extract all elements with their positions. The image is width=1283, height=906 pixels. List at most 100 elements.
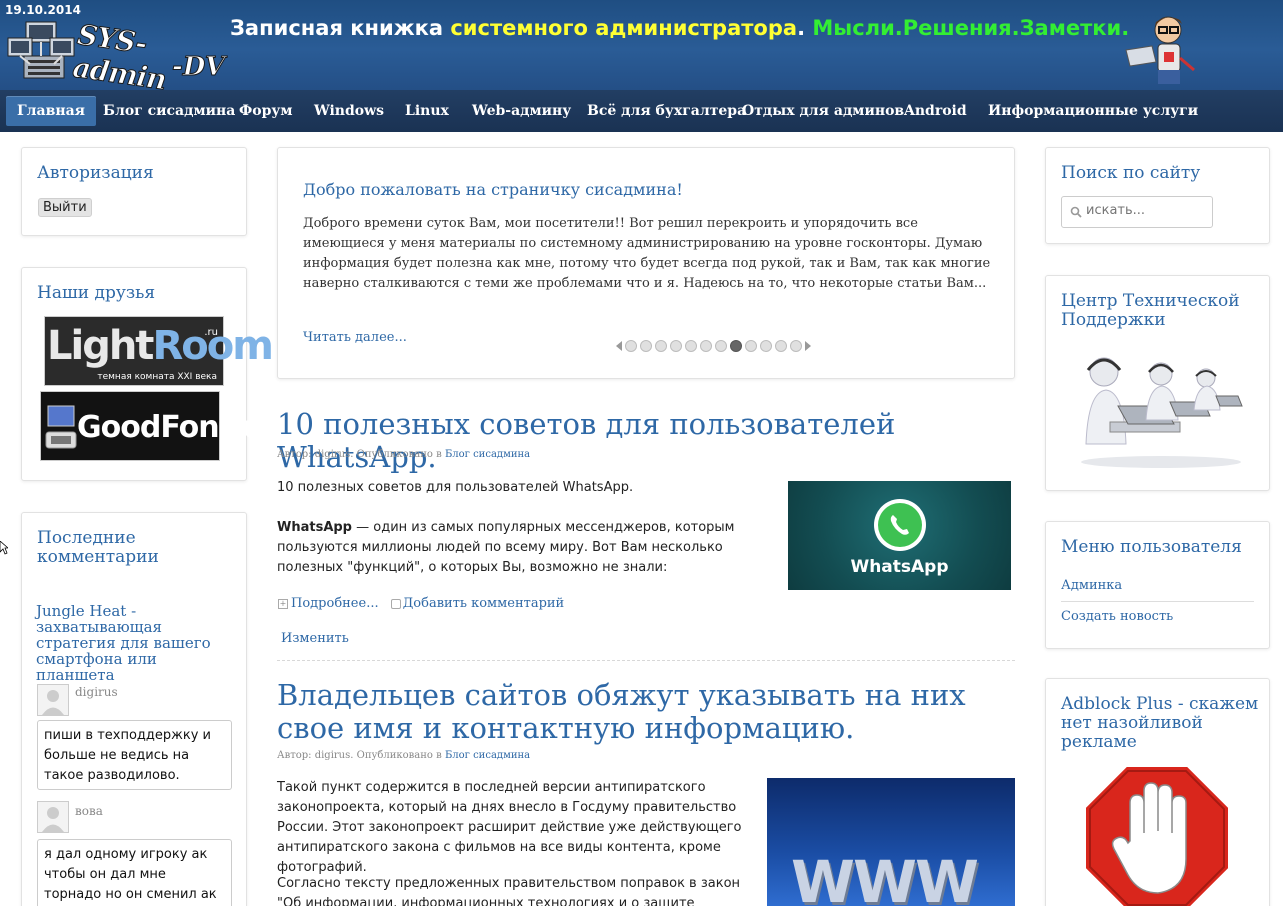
goodfon-banner[interactable]: GoodFon.ru xyxy=(40,391,264,461)
read-more-link[interactable]: Читать далее... xyxy=(303,330,407,345)
comment-author: вова xyxy=(75,804,103,818)
nav-item-linux[interactable]: Linux xyxy=(394,96,460,126)
search-panel: Поиск по сайту xyxy=(1045,147,1270,244)
article-meta: Автор: digirus. Опубликовано в Блог сиса… xyxy=(277,449,530,460)
logo-text-dv: -DV xyxy=(171,52,226,83)
support-panel: Центр Технической Поддержки xyxy=(1045,275,1270,491)
lightroom-banner[interactable]: LightRoom .ru темная комната XXI века xyxy=(44,316,274,386)
goodfon-logo-text: GoodFon.ru xyxy=(77,410,264,445)
goodfon-tv-icon xyxy=(45,405,77,449)
support-title[interactable]: Центр Технической Поддержки xyxy=(1061,292,1261,330)
article-meta: Автор: digirus. Опубликовано в Блог сиса… xyxy=(277,750,530,761)
slogan-part: . xyxy=(797,16,813,40)
slider-next-icon[interactable] xyxy=(805,341,811,351)
lightroom-logo: LightRoom xyxy=(47,323,274,369)
article-title[interactable]: 10 полезных советов для пользователей Wh… xyxy=(277,408,1015,474)
welcome-text: Доброго времени суток Вам, мои посетител… xyxy=(303,216,991,291)
nav-item-accountant[interactable]: Всё для бухгалтера xyxy=(576,96,757,126)
user-menu-item-admin[interactable]: Админка xyxy=(1061,578,1122,593)
support-operators-icon[interactable] xyxy=(1066,344,1256,472)
site-slogan: Записная книжка системного администратор… xyxy=(230,16,1129,40)
adblock-title[interactable]: Adblock Plus - скажем нет назойливой рек… xyxy=(1061,695,1266,752)
slider-dot[interactable] xyxy=(730,340,742,352)
slogan-part-highlight: системного администратора xyxy=(450,16,798,40)
user-menu-title: Меню пользователя xyxy=(1061,537,1242,557)
user-menu-divider xyxy=(1061,601,1254,602)
auth-panel: Авторизация Выйти xyxy=(21,147,247,236)
adblock-stop-hand-icon[interactable] xyxy=(1082,763,1232,906)
main-nav: Главная Блог сисадмина Форум Windows Lin… xyxy=(0,90,1283,132)
comment-text: я дал одному игроку ак чтобы он дал мне … xyxy=(37,839,232,906)
slider-dot[interactable] xyxy=(790,340,802,352)
logout-button[interactable]: Выйти xyxy=(38,198,92,217)
user-avatar-icon xyxy=(42,690,64,715)
welcome-panel: Добро пожаловать на страничку сисадмина!… xyxy=(277,147,1015,379)
slider-prev-icon[interactable] xyxy=(616,341,622,351)
cursor-icon xyxy=(0,541,8,555)
www-image-label: WWW xyxy=(791,848,979,906)
article-category-link[interactable]: Блог сисадмина xyxy=(445,449,530,460)
search-title: Поиск по сайту xyxy=(1061,163,1201,183)
nav-item-info-services[interactable]: Информационные услуги xyxy=(977,96,1209,126)
lightroom-subtitle: темная комната XXI века xyxy=(97,372,217,382)
site-header: 19.10.2014 SYS-admin -DV Записная книжка… xyxy=(0,0,1283,90)
recent-comments-title: Последние комментарии xyxy=(37,528,159,567)
phone-icon xyxy=(890,515,909,535)
article-paragraph: Согласно тексту предложенных правительст… xyxy=(277,876,741,906)
whatsapp-logo-icon xyxy=(874,499,926,551)
avatar xyxy=(37,684,69,716)
friends-panel: Наши друзья LightRoom .ru темная комната… xyxy=(21,267,274,481)
article-body: WhatsApp — один из самых популярных месс… xyxy=(277,518,785,578)
search-icon xyxy=(1070,206,1082,218)
slider-dot[interactable] xyxy=(625,340,637,352)
article-title[interactable]: Владельцев сайтов обяжут указывать на ни… xyxy=(277,679,1015,745)
nav-item-web-admin[interactable]: Web-админу xyxy=(461,96,582,126)
article-lead: 10 полезных советов для пользователей Wh… xyxy=(277,480,634,495)
edit-link[interactable]: Изменить xyxy=(281,631,349,646)
slider-dot[interactable] xyxy=(760,340,772,352)
user-avatar-icon xyxy=(42,807,64,832)
more-link[interactable]: Подробнее... xyxy=(291,596,379,611)
article-meta-author: Автор: digirus. Опубликовано в xyxy=(277,750,445,761)
article-meta-author: Автор: digirus. Опубликовано в xyxy=(277,449,445,460)
adblock-panel: Adblock Plus - скажем нет назойливой рек… xyxy=(1045,678,1270,906)
comment-icon xyxy=(390,598,401,609)
nav-item-blog[interactable]: Блог сисадмина xyxy=(92,96,246,126)
slogan-part: Записная книжка xyxy=(230,16,451,40)
article-paragraph: Такой пункт содержится в последней верси… xyxy=(277,780,742,875)
nav-item-forum[interactable]: Форум xyxy=(228,96,304,126)
slider-dot[interactable] xyxy=(715,340,727,352)
www-image: WWW xyxy=(767,778,1015,906)
article-category-link[interactable]: Блог сисадмина xyxy=(445,750,530,761)
admin-mascot-icon xyxy=(1125,16,1195,84)
nav-item-home[interactable]: Главная xyxy=(6,96,96,126)
auth-title: Авторизация xyxy=(37,163,154,183)
comment-author: digirus xyxy=(75,685,118,699)
comment-post-link[interactable]: Jungle Heat - захватывающая стратегия дл… xyxy=(36,603,236,683)
slider-dot[interactable] xyxy=(655,340,667,352)
slider-dot[interactable] xyxy=(685,340,697,352)
whatsapp-image: WhatsApp xyxy=(788,481,1011,590)
user-menu-panel: Меню пользователя Админка Создать новост… xyxy=(1045,521,1270,649)
lightroom-ru: .ru xyxy=(204,327,218,338)
nav-item-leisure[interactable]: Отдых для админов xyxy=(731,96,915,126)
slider-dot[interactable] xyxy=(700,340,712,352)
slider-dot[interactable] xyxy=(670,340,682,352)
slider-dot[interactable] xyxy=(745,340,757,352)
nav-item-windows[interactable]: Windows xyxy=(303,96,395,126)
search-input[interactable] xyxy=(1086,203,1206,218)
expand-icon: + xyxy=(278,598,288,609)
site-logo[interactable]: SYS-admin -DV xyxy=(4,14,236,90)
comment-text: пиши в техподдержку и больше не ведись н… xyxy=(37,720,232,790)
slider-dot[interactable] xyxy=(640,340,652,352)
welcome-title[interactable]: Добро пожаловать на страничку сисадмина! xyxy=(303,180,683,199)
whatsapp-image-label: WhatsApp xyxy=(850,557,949,577)
user-menu-item-create-news[interactable]: Создать новость xyxy=(1061,609,1173,624)
article-bold: WhatsApp xyxy=(277,520,352,535)
recent-comments-panel: Последние комментарии Jungle Heat - захв… xyxy=(21,512,247,906)
slider-dot[interactable] xyxy=(775,340,787,352)
nav-item-android[interactable]: Android xyxy=(893,96,978,126)
avatar xyxy=(37,801,69,833)
add-comment-link[interactable]: Добавить комментарий xyxy=(403,596,564,611)
article-actions: + Подробнее... Добавить комментарий xyxy=(278,596,564,611)
